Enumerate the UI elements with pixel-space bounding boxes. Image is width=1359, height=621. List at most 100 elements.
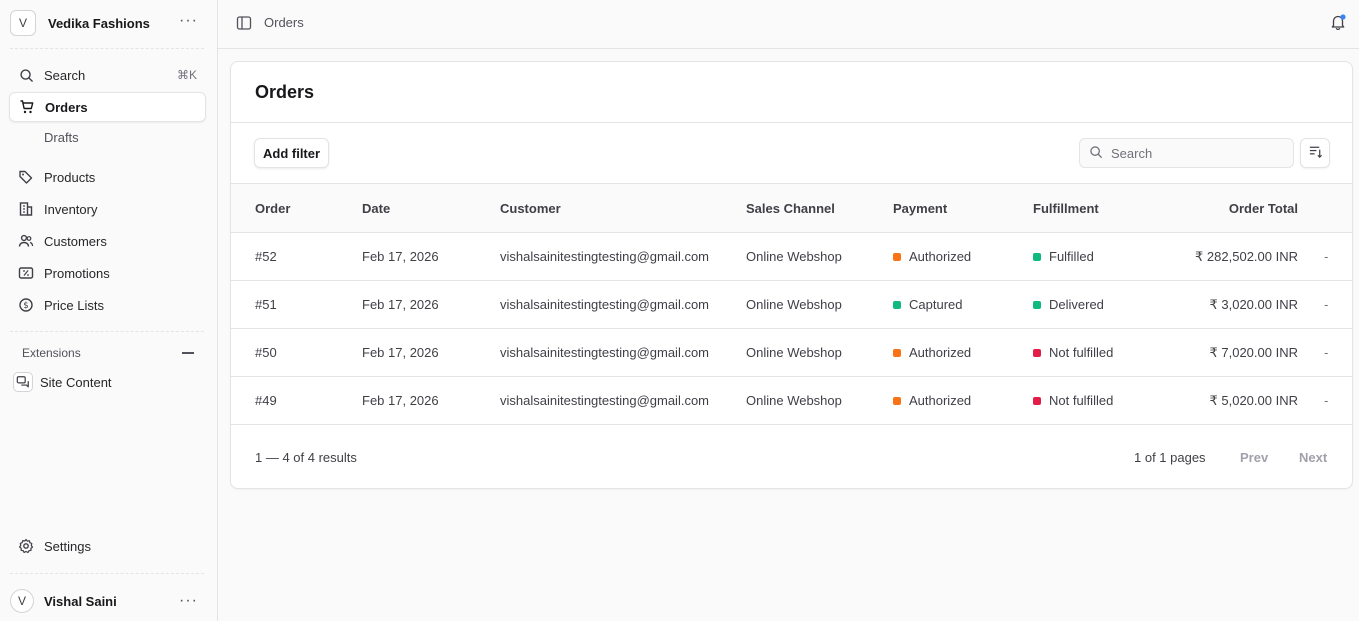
- divider: [10, 573, 204, 574]
- status-dot-icon: [1033, 348, 1041, 357]
- sort-icon: [1308, 144, 1323, 162]
- users-icon: [17, 232, 35, 250]
- next-button[interactable]: Next: [1299, 450, 1327, 465]
- order-date: Feb 17, 2026: [362, 393, 439, 408]
- payment-status: Authorized: [893, 345, 971, 360]
- status-dot-icon: [1033, 252, 1041, 261]
- fulfillment-status: Fulfilled: [1033, 249, 1094, 264]
- column-order[interactable]: Order: [255, 201, 290, 216]
- user-menu-icon[interactable]: ···: [179, 593, 198, 609]
- payment-status: Authorized: [893, 249, 971, 264]
- search-input[interactable]: [1111, 145, 1281, 161]
- column-customer[interactable]: Customer: [500, 201, 561, 216]
- fulfillment-status: Not fulfilled: [1033, 345, 1113, 360]
- status-dot-icon: [893, 300, 901, 309]
- sidebar-item-products[interactable]: Products: [9, 162, 206, 192]
- sidebar-item-label: Inventory: [44, 201, 98, 217]
- payment-status: Authorized: [893, 393, 971, 408]
- sidebar-search-label: Search: [44, 67, 86, 83]
- payment-status-label: Authorized: [909, 345, 972, 360]
- chat-icon: [13, 372, 33, 392]
- page-indicator: 1 of 1 pages: [1134, 450, 1206, 465]
- order-date: Feb 17, 2026: [362, 249, 439, 264]
- sidebar-item-promotions[interactable]: Promotions: [9, 258, 206, 288]
- user-menu[interactable]: V Vishal Saini ···: [10, 588, 206, 614]
- order-customer: vishalsainitestingtesting@gmail.com: [500, 345, 710, 360]
- divider: [231, 424, 1352, 425]
- order-date: Feb 17, 2026: [362, 297, 439, 312]
- orders-card: Orders Add filter Order Date Customer Sa…: [230, 61, 1353, 489]
- payment-status-label: Authorized: [909, 393, 972, 408]
- order-channel: Online Webshop: [746, 345, 842, 360]
- payment-status-label: Captured: [909, 297, 963, 312]
- sort-button[interactable]: [1300, 138, 1330, 168]
- column-sales-channel[interactable]: Sales Channel: [746, 201, 835, 216]
- status-dot-icon: [1033, 396, 1041, 405]
- table-row[interactable]: #49 Feb 17, 2026 vishalsainitestingtesti…: [231, 377, 1352, 425]
- table-row[interactable]: #52 Feb 17, 2026 vishalsainitestingtesti…: [231, 233, 1352, 281]
- page-title: Orders: [255, 82, 315, 102]
- sidebar-item-label: Site Content: [40, 374, 112, 390]
- table-row[interactable]: #51 Feb 17, 2026 vishalsainitestingtesti…: [231, 281, 1352, 329]
- sidebar-item-label: Promotions: [44, 265, 110, 281]
- order-id: #50: [255, 345, 277, 360]
- divider: [10, 48, 204, 49]
- column-order-total[interactable]: Order Total: [1229, 201, 1298, 216]
- svg-text:$: $: [23, 301, 28, 311]
- sidebar-toggle-icon[interactable]: [236, 15, 252, 34]
- row-action[interactable]: -: [1324, 297, 1328, 312]
- add-filter-button[interactable]: Add filter: [254, 138, 330, 168]
- table-row[interactable]: #50 Feb 17, 2026 vishalsainitestingtesti…: [231, 329, 1352, 377]
- order-date: Feb 17, 2026: [362, 345, 439, 360]
- sidebar-search[interactable]: Search ⌘K: [9, 60, 206, 90]
- row-action[interactable]: -: [1324, 345, 1328, 360]
- store-menu-icon[interactable]: ···: [179, 13, 198, 29]
- sidebar-item-drafts[interactable]: Drafts: [44, 130, 79, 145]
- fulfillment-status-label: Not fulfilled: [1049, 393, 1114, 408]
- payment-status: Captured: [893, 297, 962, 312]
- sidebar-item-label: Customers: [44, 233, 107, 249]
- order-total: ₹ 282,502.00 INR: [1195, 249, 1298, 264]
- order-channel: Online Webshop: [746, 393, 842, 408]
- receipt-percent-icon: [17, 264, 35, 282]
- store-switcher[interactable]: V Vedika Fashions ···: [10, 9, 206, 37]
- tag-icon: [17, 168, 35, 186]
- status-dot-icon: [893, 252, 901, 261]
- order-channel: Online Webshop: [746, 297, 842, 312]
- row-action[interactable]: -: [1324, 393, 1328, 408]
- fulfillment-status: Not fulfilled: [1033, 393, 1113, 408]
- sidebar-item-site-content[interactable]: Site Content: [9, 367, 206, 397]
- order-customer: vishalsainitestingtesting@gmail.com: [500, 297, 710, 312]
- store-name: Vedika Fashions: [48, 15, 150, 31]
- sidebar-item-settings[interactable]: Settings: [9, 531, 206, 561]
- column-payment[interactable]: Payment: [893, 201, 947, 216]
- column-date[interactable]: Date: [362, 201, 390, 216]
- sidebar-item-customers[interactable]: Customers: [9, 226, 206, 256]
- order-channel: Online Webshop: [746, 249, 842, 264]
- user-avatar: V: [10, 589, 34, 613]
- order-customer: vishalsainitestingtesting@gmail.com: [500, 393, 710, 408]
- column-fulfillment[interactable]: Fulfillment: [1033, 201, 1099, 216]
- collapse-icon[interactable]: [182, 352, 194, 354]
- gear-icon: [17, 537, 35, 555]
- order-total: ₹ 3,020.00 INR: [1209, 297, 1299, 312]
- order-id: #49: [255, 393, 277, 408]
- breadcrumb[interactable]: Orders: [264, 15, 304, 30]
- bell-icon[interactable]: [1329, 13, 1347, 34]
- status-dot-icon: [893, 348, 901, 357]
- status-dot-icon: [1033, 300, 1041, 309]
- divider: [231, 122, 1352, 123]
- fulfillment-status-label: Delivered: [1049, 297, 1104, 312]
- divider: [10, 331, 204, 332]
- sidebar-item-orders[interactable]: Orders: [9, 92, 206, 122]
- sidebar-item-inventory[interactable]: Inventory: [9, 194, 206, 224]
- search-field[interactable]: [1079, 138, 1294, 168]
- extensions-header[interactable]: Extensions: [22, 346, 194, 360]
- sidebar: V Vedika Fashions ··· Search ⌘K Orders D…: [0, 0, 218, 621]
- fulfillment-status: Delivered: [1033, 297, 1104, 312]
- prev-button[interactable]: Prev: [1240, 450, 1268, 465]
- sidebar-item-label: Price Lists: [44, 297, 104, 313]
- row-action[interactable]: -: [1324, 249, 1328, 264]
- sidebar-item-price-lists[interactable]: $ Price Lists: [9, 290, 206, 320]
- search-shortcut: ⌘K: [176, 68, 197, 82]
